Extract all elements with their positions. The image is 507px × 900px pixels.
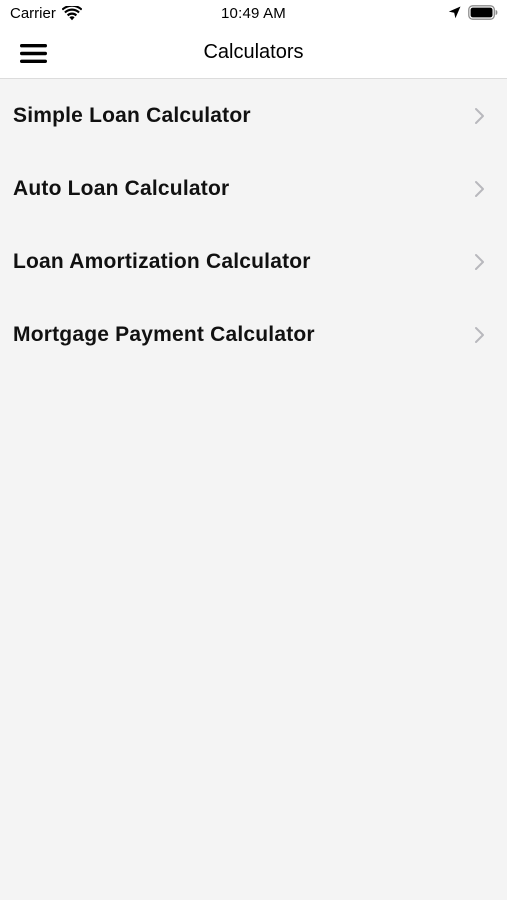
status-right — [448, 5, 498, 20]
navigation-bar: Calculators — [0, 30, 507, 79]
page-title: Calculators — [203, 41, 304, 63]
battery-icon — [468, 5, 498, 20]
calculator-list: Simple Loan Calculator Auto Loan Calcula… — [0, 80, 507, 372]
chevron-right-icon — [475, 254, 484, 270]
list-item-loan-amortization-calculator[interactable]: Loan Amortization Calculator — [0, 226, 507, 299]
status-time: 10:49 AM — [221, 5, 286, 22]
list-item-label: Mortgage Payment Calculator — [13, 323, 315, 346]
list-item-label: Auto Loan Calculator — [13, 177, 230, 200]
list-item-label: Loan Amortization Calculator — [13, 250, 311, 273]
chevron-right-icon — [475, 108, 484, 124]
chevron-right-icon — [475, 327, 484, 343]
list-item-label: Simple Loan Calculator — [13, 104, 251, 127]
list-item-simple-loan-calculator[interactable]: Simple Loan Calculator — [0, 80, 507, 153]
location-icon — [448, 6, 461, 19]
chevron-right-icon — [475, 181, 484, 197]
list-item-auto-loan-calculator[interactable]: Auto Loan Calculator — [0, 153, 507, 226]
status-bar: Carrier 10:49 AM — [0, 0, 507, 30]
list-item-mortgage-payment-calculator[interactable]: Mortgage Payment Calculator — [0, 299, 507, 372]
